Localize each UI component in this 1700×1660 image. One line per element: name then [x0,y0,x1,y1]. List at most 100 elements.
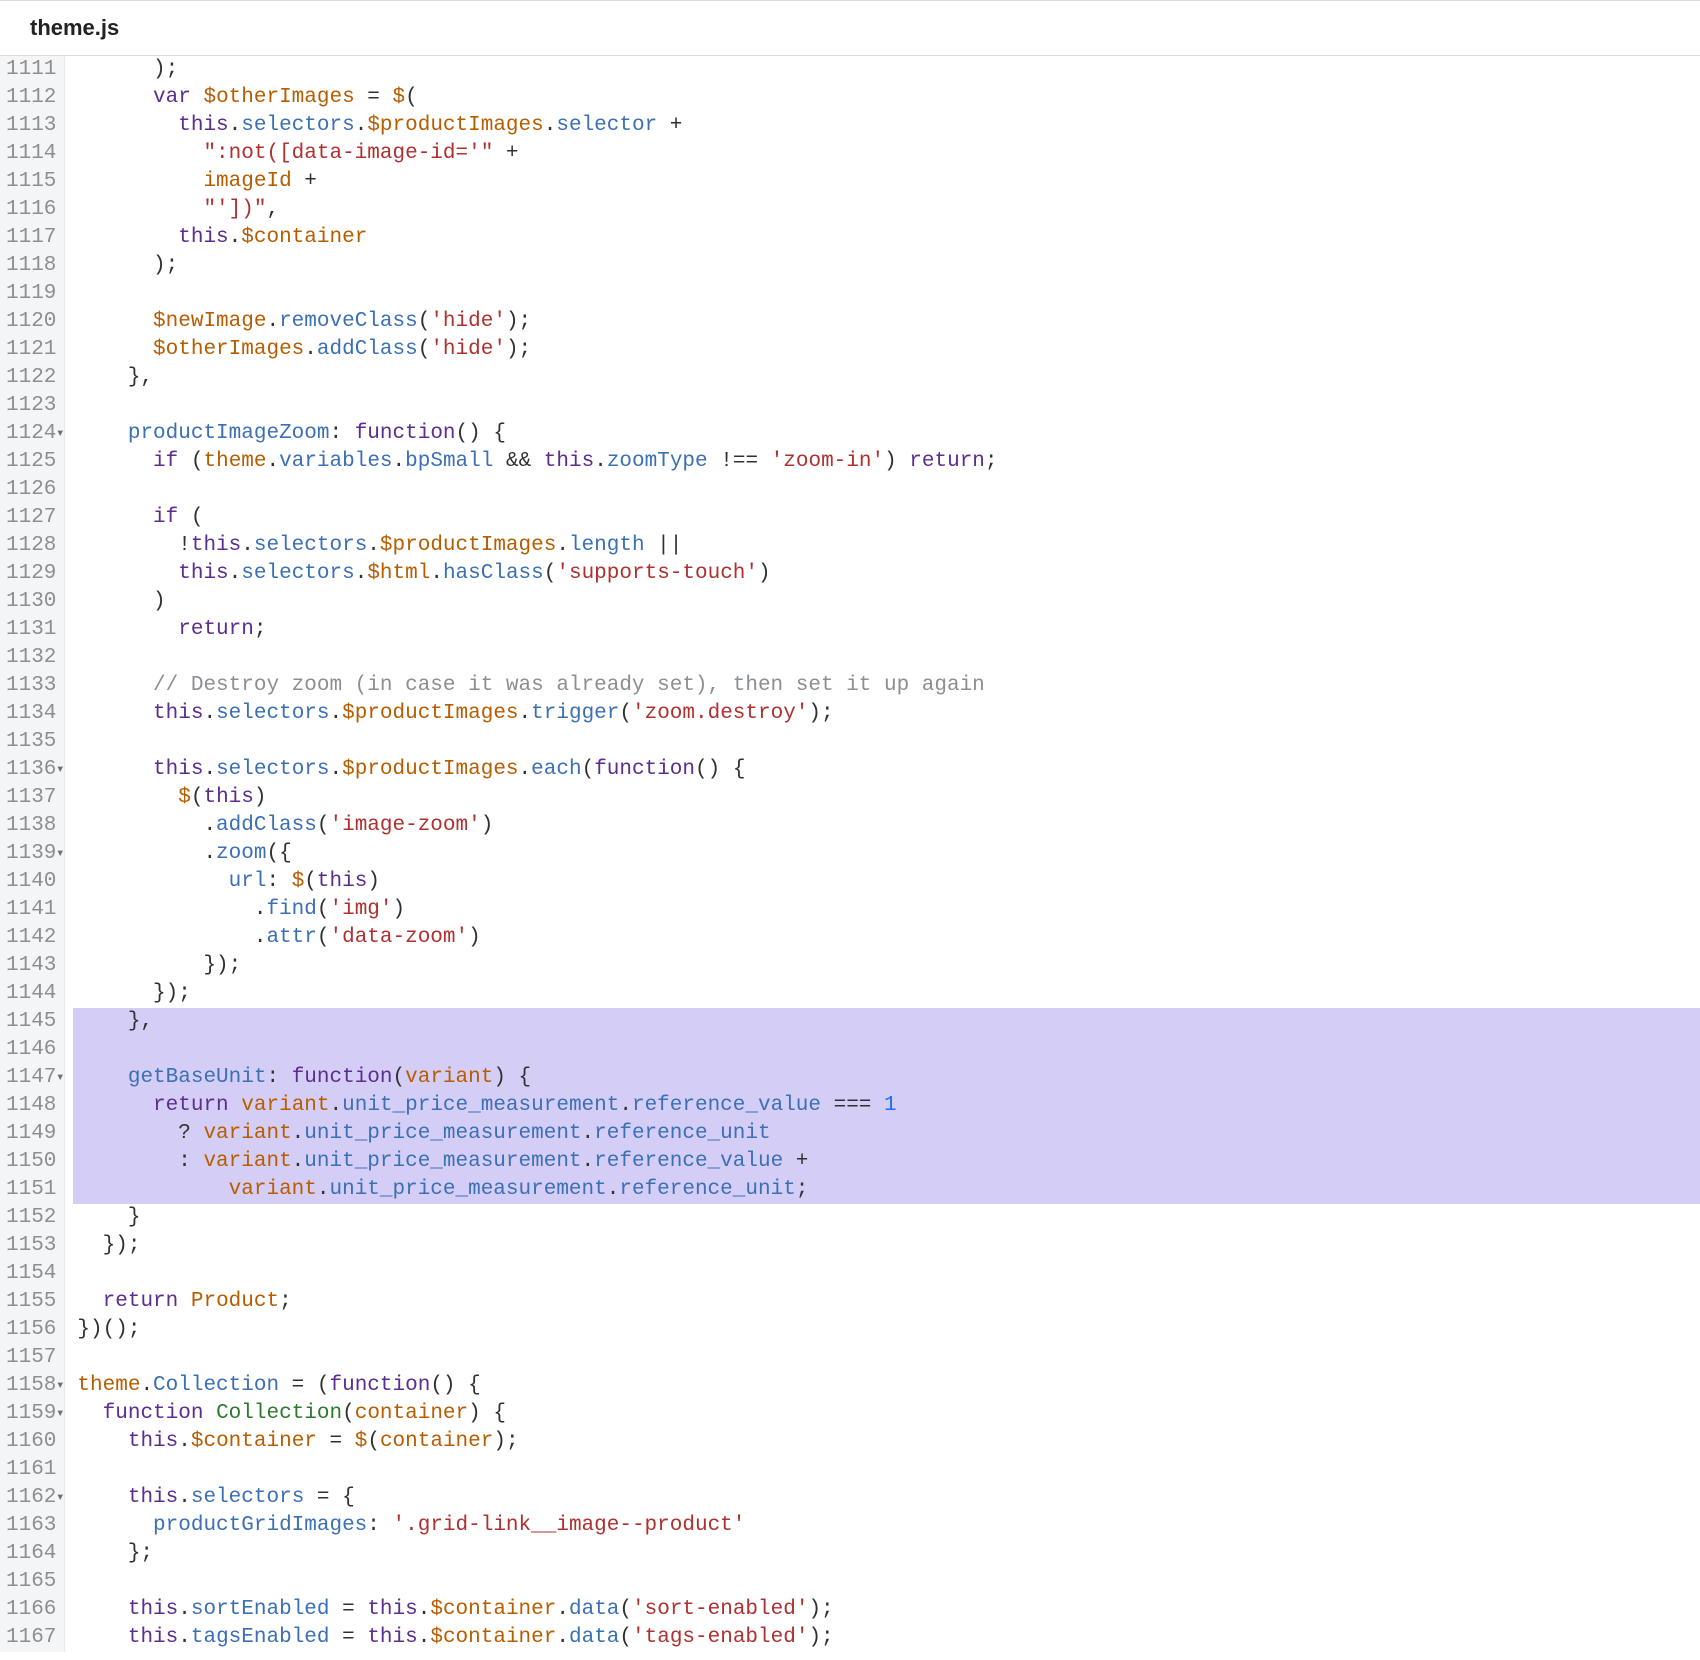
line-number: 1166 [6,1596,56,1624]
line-number: 1126 [6,476,56,504]
line-number: 1133 [6,672,56,700]
line-number: 1149 [6,1120,56,1148]
code-line[interactable]: .addClass('image-zoom') [73,812,1700,840]
line-number: 1150 [6,1148,56,1176]
code-line[interactable]: }, [73,364,1700,392]
code-line[interactable]: productGridImages: '.grid-link__image--p… [73,1512,1700,1540]
line-number: 1114 [6,140,56,168]
fold-toggle-icon[interactable]: ▾ [54,1400,64,1428]
line-number: 1115 [6,168,56,196]
code-line[interactable]: this.selectors.$productImages.selector + [73,112,1700,140]
line-number: 1121 [6,336,56,364]
code-line[interactable]: this.$container [73,224,1700,252]
line-number: 1155 [6,1288,56,1316]
code-line[interactable] [73,1456,1700,1484]
code-line[interactable]: ); [73,56,1700,84]
line-number: 1139▾ [6,840,56,868]
line-number: 1146 [6,1036,56,1064]
line-number: 1134 [6,700,56,728]
file-header: theme.js [0,0,1700,56]
line-number: 1162▾ [6,1484,56,1512]
code-line[interactable] [73,1344,1700,1372]
fold-toggle-icon[interactable]: ▾ [54,840,64,868]
fold-toggle-icon[interactable]: ▾ [54,1484,64,1512]
line-number: 1160 [6,1428,56,1456]
code-line[interactable]: this.sortEnabled = this.$container.data(… [73,1596,1700,1624]
code-line[interactable]: return; [73,616,1700,644]
code-line[interactable]: .attr('data-zoom') [73,924,1700,952]
line-number: 1130 [6,588,56,616]
code-line[interactable]: ); [73,252,1700,280]
line-number: 1111 [6,56,56,84]
code-line[interactable]: variant.unit_price_measurement.reference… [73,1176,1700,1204]
code-line[interactable]: this.selectors.$productImages.each(funct… [73,756,1700,784]
code-line[interactable]: this.selectors.$productImages.trigger('z… [73,700,1700,728]
code-line[interactable] [73,644,1700,672]
line-number: 1132 [6,644,56,672]
code-line[interactable]: imageId + [73,168,1700,196]
code-line[interactable]: var $otherImages = $( [73,84,1700,112]
line-number: 1117 [6,224,56,252]
code-line[interactable]: "'])", [73,196,1700,224]
code-editor[interactable]: 1111111211131114111511161117111811191120… [0,56,1700,1652]
code-line[interactable]: productImageZoom: function() { [73,420,1700,448]
code-line[interactable]: }); [73,980,1700,1008]
code-line[interactable]: $newImage.removeClass('hide'); [73,308,1700,336]
fold-toggle-icon[interactable]: ▾ [54,420,64,448]
code-line[interactable]: ? variant.unit_price_measurement.referen… [73,1120,1700,1148]
code-line[interactable]: if (theme.variables.bpSmall && this.zoom… [73,448,1700,476]
code-line[interactable]: this.tagsEnabled = this.$container.data(… [73,1624,1700,1652]
line-number: 1148 [6,1092,56,1120]
line-number: 1165 [6,1568,56,1596]
line-number: 1127 [6,504,56,532]
code-line[interactable] [73,392,1700,420]
code-line[interactable]: if ( [73,504,1700,532]
code-line[interactable]: theme.Collection = (function() { [73,1372,1700,1400]
code-line[interactable]: }, [73,1008,1700,1036]
code-line[interactable]: function Collection(container) { [73,1400,1700,1428]
code-line[interactable] [73,280,1700,308]
code-line[interactable] [73,476,1700,504]
line-number: 1141 [6,896,56,924]
code-line[interactable]: .find('img') [73,896,1700,924]
line-number: 1135 [6,728,56,756]
code-line[interactable]: }); [73,952,1700,980]
code-line[interactable]: : variant.unit_price_measurement.referen… [73,1148,1700,1176]
line-number: 1152 [6,1204,56,1232]
line-number: 1159▾ [6,1400,56,1428]
code-line[interactable] [73,1568,1700,1596]
code-area[interactable]: ); var $otherImages = $( this.selectors.… [65,56,1700,1652]
fold-toggle-icon[interactable]: ▾ [54,1064,64,1092]
code-line[interactable] [73,728,1700,756]
code-line[interactable]: return Product; [73,1288,1700,1316]
code-line[interactable]: .zoom({ [73,840,1700,868]
line-number: 1136▾ [6,756,56,784]
code-line[interactable]: }; [73,1540,1700,1568]
code-line[interactable] [73,1036,1700,1064]
code-line[interactable]: $(this) [73,784,1700,812]
code-line[interactable] [73,1260,1700,1288]
code-line[interactable]: }); [73,1232,1700,1260]
line-number: 1161 [6,1456,56,1484]
code-line[interactable]: } [73,1204,1700,1232]
line-number: 1112 [6,84,56,112]
line-number: 1157 [6,1344,56,1372]
code-line[interactable]: getBaseUnit: function(variant) { [73,1064,1700,1092]
line-number: 1144 [6,980,56,1008]
code-line[interactable]: ) [73,588,1700,616]
fold-toggle-icon[interactable]: ▾ [54,1372,64,1400]
code-line[interactable]: return variant.unit_price_measurement.re… [73,1092,1700,1120]
code-line[interactable]: this.selectors.$html.hasClass('supports-… [73,560,1700,588]
code-line[interactable]: // Destroy zoom (in case it was already … [73,672,1700,700]
line-number: 1147▾ [6,1064,56,1092]
code-line[interactable]: this.selectors = { [73,1484,1700,1512]
line-number: 1123 [6,392,56,420]
code-line[interactable]: ":not([data-image-id='" + [73,140,1700,168]
code-line[interactable]: })(); [73,1316,1700,1344]
code-line[interactable]: this.$container = $(container); [73,1428,1700,1456]
code-line[interactable]: $otherImages.addClass('hide'); [73,336,1700,364]
line-number: 1138 [6,812,56,840]
code-line[interactable]: url: $(this) [73,868,1700,896]
code-line[interactable]: !this.selectors.$productImages.length || [73,532,1700,560]
fold-toggle-icon[interactable]: ▾ [54,756,64,784]
